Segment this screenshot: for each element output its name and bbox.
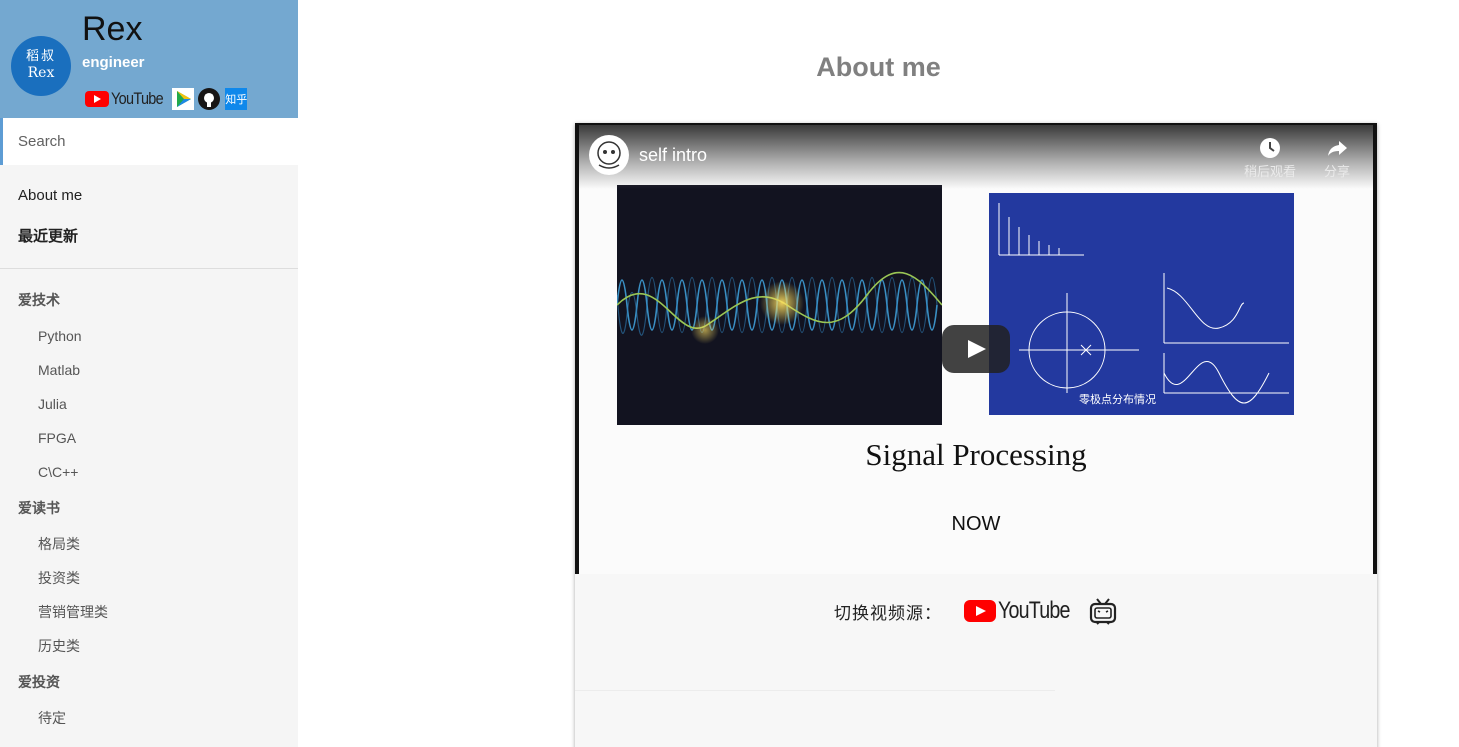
youtube-play-icon <box>964 600 996 622</box>
search-input[interactable] <box>0 118 298 165</box>
video-heading: Signal Processing <box>865 437 1087 472</box>
avatar-text-line1: 稻叔 <box>25 49 56 65</box>
formula-graphic: 零极点分布情况 <box>998 203 1289 406</box>
divider <box>575 690 1055 691</box>
zhihu-link[interactable]: 知乎 <box>225 88 248 110</box>
bilibili-link[interactable] <box>172 88 195 110</box>
nav-group-title[interactable]: 爱读书 <box>0 489 298 527</box>
video-title[interactable]: self intro <box>639 145 707 166</box>
nav-item[interactable]: Julia <box>0 387 298 421</box>
nav-item[interactable]: 格局类 <box>0 527 298 561</box>
formula-thumbnail: 零极点分布情况 <box>989 193 1294 415</box>
site-role: engineer <box>82 54 145 71</box>
video-subheading: NOW <box>951 513 1001 535</box>
nav-item[interactable]: C\C++ <box>0 455 298 489</box>
wave-graphic <box>616 271 943 344</box>
bilibili-source-button[interactable] <box>1088 596 1118 626</box>
nav-item[interactable]: Python <box>0 319 298 353</box>
wave-thumbnail <box>616 185 943 425</box>
avatar[interactable]: 稻叔 Rex <box>11 36 71 96</box>
sidebar: 稻叔 Rex Rex engineer YouTube 知乎 Search Ab… <box>0 0 298 747</box>
youtube-link[interactable]: YouTube <box>85 89 172 109</box>
zhihu-icon: 知乎 <box>225 94 248 106</box>
share-label: 分享 <box>1323 164 1350 179</box>
page-title: About me <box>816 52 941 82</box>
video-player[interactable]: 零极点分布情况 self intro 稍后观看 分享 Signal Proces… <box>575 123 1377 574</box>
nav-item[interactable]: 历史类 <box>0 629 298 663</box>
page: 稻叔 Rex Rex engineer YouTube 知乎 Search Ab… <box>0 0 1459 747</box>
nav-item-recent-updates[interactable]: 最近更新 <box>0 216 298 257</box>
site-name[interactable]: Rex <box>82 10 142 49</box>
share-button[interactable]: 分享 <box>1307 137 1367 180</box>
watch-later-label: 稍后观看 <box>1243 164 1296 179</box>
profile-header: 稻叔 Rex Rex engineer YouTube 知乎 <box>0 0 298 118</box>
youtube-play-icon <box>85 91 109 107</box>
avatar-text-line2: Rex <box>27 65 55 82</box>
ghost-avatar-icon <box>597 141 621 169</box>
nav-item[interactable]: FPGA <box>0 421 298 455</box>
nav-item-about-me[interactable]: About me <box>0 175 298 216</box>
youtube-wordmark: YouTube <box>998 597 1070 624</box>
nav-group-title[interactable]: 爱技术 <box>0 281 298 319</box>
video-card: 零极点分布情况 self intro 稍后观看 分享 Signal Proces… <box>575 123 1377 747</box>
clock-icon <box>1260 138 1280 158</box>
youtube-wordmark: YouTube <box>111 89 164 108</box>
switch-source-label: 切换视频源： <box>834 603 942 623</box>
nav-item[interactable]: 投资类 <box>0 561 298 595</box>
youtube-source-button[interactable]: YouTube <box>964 597 1076 625</box>
watch-later-button[interactable]: 稍后观看 <box>1240 137 1300 180</box>
formula-caption: 零极点分布情况 <box>1079 392 1156 406</box>
share-icon <box>1328 141 1347 156</box>
play-button[interactable] <box>942 325 1010 373</box>
social-links: YouTube 知乎 <box>85 88 248 110</box>
nav-item[interactable]: 营销管理类 <box>0 595 298 629</box>
nav-group-title[interactable]: 爱投资 <box>0 663 298 701</box>
github-link[interactable] <box>198 88 221 110</box>
github-icon <box>204 93 215 107</box>
bilibili-play-icon <box>173 89 194 109</box>
bilibili-tv-icon <box>1089 598 1117 625</box>
channel-avatar[interactable] <box>589 135 629 175</box>
nav-categories: 爱技术 Python Matlab Julia FPGA C\C++ 爱读书 格… <box>0 269 298 735</box>
nav-item[interactable]: 待定 <box>0 701 298 735</box>
nav-primary: About me 最近更新 <box>0 165 298 269</box>
video-source-switch: 切换视频源： YouTube <box>575 591 1377 631</box>
nav-item[interactable]: Matlab <box>0 353 298 387</box>
